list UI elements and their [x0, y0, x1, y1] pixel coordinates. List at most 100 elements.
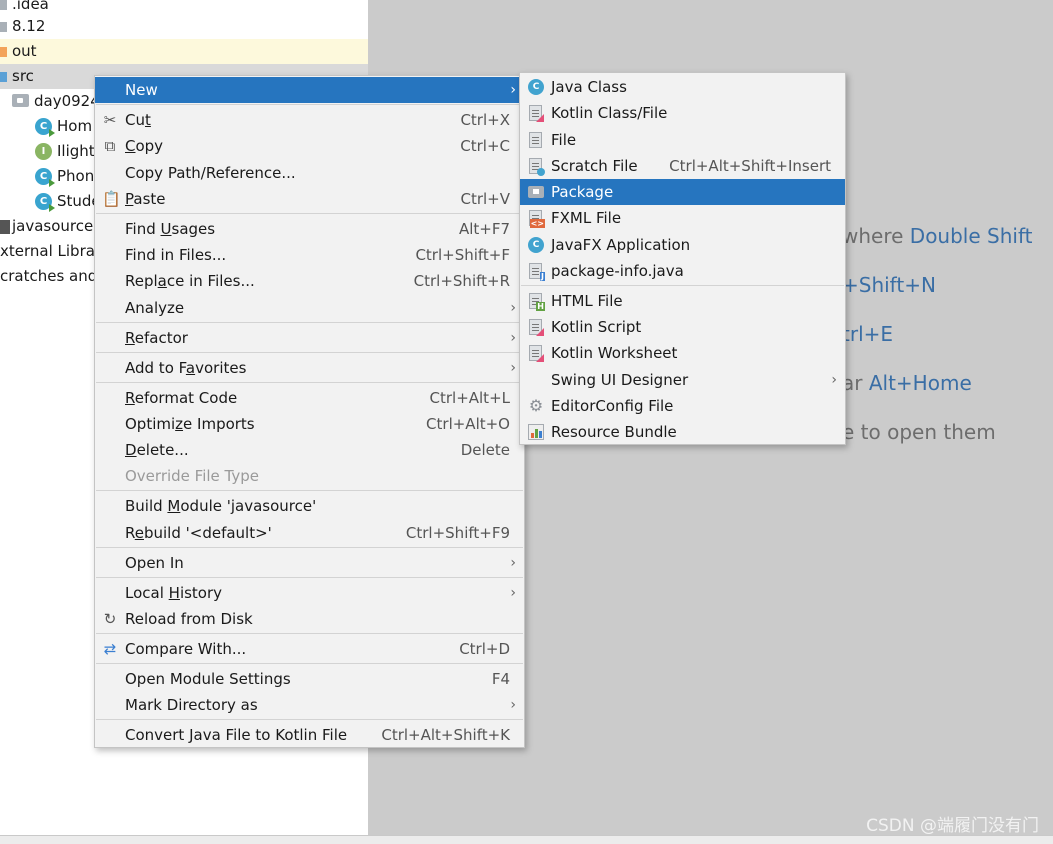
compare-arrows-icon: ⇄: [103, 640, 117, 658]
submenu-item-scratch-file[interactable]: Scratch File Ctrl+Alt+Shift+Insert: [520, 153, 845, 179]
folder-icon: [0, 47, 7, 57]
submenu-item-java-class[interactable]: C Java Class: [520, 74, 845, 100]
reload-icon: ↻: [103, 610, 117, 628]
menu-separator: [96, 213, 523, 214]
menu-item-cut[interactable]: ✂ Cut Ctrl+X: [95, 107, 524, 133]
menu-item-open-module-settings[interactable]: Open Module Settings F4: [95, 666, 524, 692]
menu-item-label: Kotlin Worksheet: [551, 344, 678, 362]
class-icon: C: [35, 118, 55, 137]
menu-separator: [96, 633, 523, 634]
menu-separator: [96, 322, 523, 323]
menu-item-convert-to-kotlin[interactable]: Convert Java File to Kotlin File Ctrl+Al…: [95, 722, 524, 748]
submenu-item-swing-ui-designer[interactable]: Swing UI Designer ›: [520, 367, 845, 393]
shortcut: F4: [491, 670, 510, 688]
menu-item-label: Analyze: [125, 299, 185, 317]
menu-item-mark-directory-as[interactable]: Mark Directory as ›: [95, 692, 524, 718]
tree-item-label: cratches and: [0, 267, 98, 285]
class-icon: C: [35, 168, 55, 187]
submenu-item-fxml-file[interactable]: <> FXML File: [520, 205, 845, 231]
submenu-item-kotlin-script[interactable]: Kotlin Script: [520, 314, 845, 340]
menu-item-reformat-code[interactable]: Reformat Code Ctrl+Alt+L: [95, 385, 524, 411]
file-icon: [529, 132, 542, 148]
context-menu: New › ✂ Cut Ctrl+X ⧉ Copy Ctrl+C Copy Pa…: [94, 75, 525, 748]
menu-item-optimize-imports[interactable]: Optimize Imports Ctrl+Alt+O: [95, 411, 524, 437]
submenu-item-resource-bundle[interactable]: Resource Bundle: [520, 419, 845, 445]
menu-item-delete[interactable]: Delete... Delete: [95, 437, 524, 463]
menu-item-label: Package: [551, 183, 614, 201]
menu-item-label: Kotlin Class/File: [551, 104, 668, 122]
tree-item-8-12[interactable]: 8.12: [0, 14, 368, 39]
menu-separator: [96, 577, 523, 578]
submenu-item-package-info[interactable]: J package-info.java: [520, 258, 845, 284]
package-info-file-icon: J: [529, 263, 545, 281]
shortcut: Ctrl+Shift+R: [413, 272, 510, 290]
menu-item-find-usages[interactable]: Find Usages Alt+F7: [95, 216, 524, 242]
shortcut: Ctrl+Alt+L: [429, 389, 511, 407]
menu-item-rebuild[interactable]: Rebuild '<default>' Ctrl+Shift+F9: [95, 520, 524, 546]
menu-item-copy-path[interactable]: Copy Path/Reference...: [95, 160, 524, 186]
shortcut: Ctrl+Shift+F: [415, 246, 510, 264]
chevron-right-icon: ›: [831, 372, 837, 388]
watermark: CSDN @端履门没有门: [866, 816, 1039, 836]
submenu-item-file[interactable]: File: [520, 127, 845, 153]
package-icon: [528, 186, 544, 198]
chevron-right-icon: ›: [510, 697, 516, 713]
shortcut: Ctrl+Shift+F9: [405, 524, 510, 542]
menu-item-new[interactable]: New ›: [95, 77, 524, 103]
menu-item-label: Find in Files...: [125, 246, 227, 264]
menu-item-label: Reload from Disk: [125, 610, 253, 628]
menu-item-label: Add to Favorites: [125, 359, 247, 377]
menu-item-label: Java Class: [551, 78, 627, 96]
tree-item-label: src: [12, 67, 34, 85]
submenu-item-kotlin-class[interactable]: Kotlin Class/File: [520, 100, 845, 126]
menu-separator: [96, 663, 523, 664]
tree-item-label: javasource.: [12, 217, 99, 235]
menu-item-open-in[interactable]: Open In ›: [95, 550, 524, 576]
tree-item-out[interactable]: out: [0, 39, 368, 64]
submenu-item-html-file[interactable]: H HTML File: [520, 288, 845, 314]
tree-item-label: xternal Librar: [0, 242, 102, 260]
menu-item-reload-from-disk[interactable]: ↻ Reload from Disk: [95, 606, 524, 632]
hint-navigation-bar: ar Alt+Home: [842, 371, 972, 395]
shortcut: Delete: [460, 441, 510, 459]
menu-separator: [96, 490, 523, 491]
submenu-item-kotlin-worksheet[interactable]: Kotlin Worksheet: [520, 340, 845, 366]
hint-search-everywhere: where Double Shift: [842, 224, 1033, 248]
menu-item-add-to-favorites[interactable]: Add to Favorites ›: [95, 355, 524, 381]
interface-icon: I: [35, 143, 52, 160]
menu-item-paste[interactable]: 📋 Paste Ctrl+V: [95, 186, 524, 212]
menu-item-label: Kotlin Script: [551, 318, 642, 336]
kotlin-script-icon: [529, 319, 544, 336]
menu-item-compare-with[interactable]: ⇄ Compare With... Ctrl+D: [95, 636, 524, 662]
menu-item-label: Find Usages: [125, 220, 216, 238]
clipboard-icon: 📋: [102, 190, 121, 208]
menu-item-refactor[interactable]: Refactor ›: [95, 325, 524, 351]
menu-item-replace-in-files[interactable]: Replace in Files... Ctrl+Shift+R: [95, 268, 524, 294]
menu-item-label: HTML File: [551, 292, 623, 310]
menu-item-local-history[interactable]: Local History ›: [95, 580, 524, 606]
source-folder-icon: [0, 72, 7, 82]
shortcut: Ctrl+V: [460, 190, 510, 208]
tree-item-label: Ilight: [57, 142, 95, 160]
menu-item-label: Optimize Imports: [125, 415, 255, 433]
submenu-item-editorconfig-file[interactable]: ⚙ EditorConfig File: [520, 393, 845, 419]
chevron-right-icon: ›: [510, 82, 516, 98]
shortcut: Ctrl+X: [460, 111, 510, 129]
menu-item-build-module[interactable]: Build Module 'javasource': [95, 493, 524, 519]
menu-item-override-file-type: Override File Type: [95, 463, 524, 489]
submenu-item-javafx-application[interactable]: C JavaFX Application: [520, 232, 845, 258]
menu-item-label: Rebuild '<default>': [125, 524, 272, 542]
menu-item-label: Reformat Code: [125, 389, 238, 407]
new-submenu: C Java Class Kotlin Class/File File Scra…: [519, 72, 846, 445]
html-file-icon: H: [529, 293, 545, 311]
menu-item-analyze[interactable]: Analyze ›: [95, 295, 524, 321]
scratch-file-icon: [529, 158, 545, 176]
menu-item-copy[interactable]: ⧉ Copy Ctrl+C: [95, 133, 524, 159]
submenu-item-package[interactable]: Package: [520, 179, 845, 205]
shortcut: Ctrl+Alt+Shift+Insert: [669, 157, 831, 175]
menu-item-find-in-files[interactable]: Find in Files... Ctrl+Shift+F: [95, 242, 524, 268]
tree-item-label: out: [12, 42, 37, 60]
menu-item-label: Convert Java File to Kotlin File: [125, 726, 348, 744]
menu-item-label: Replace in Files...: [125, 272, 255, 290]
menu-item-label: Open Module Settings: [125, 670, 291, 688]
